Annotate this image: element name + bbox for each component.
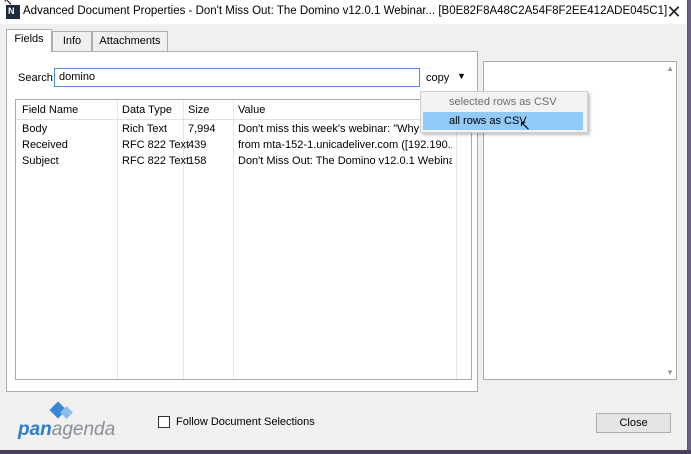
window-title: Advanced Document Properties - Don't Mis… [23, 5, 668, 17]
fields-table: Field Name Data Type Size Value Body Ric… [15, 99, 472, 380]
cell-field-name: Subject [22, 155, 59, 167]
cell-value: Don't Miss Out: The Domino v12.0.1 Webin… [238, 155, 452, 167]
search-input[interactable]: domino [54, 68, 420, 87]
column-header-value[interactable]: Value [238, 104, 265, 116]
menu-item-all-rows-csv[interactable]: all rows as CSV [423, 112, 583, 130]
table-header: Field Name Data Type Size Value [16, 100, 471, 120]
tab-info[interactable]: Info [52, 31, 92, 51]
close-button[interactable]: Close [596, 413, 671, 433]
cell-size: 158 [188, 155, 207, 167]
chevron-down-icon[interactable]: ▼ [457, 71, 466, 81]
close-window-icon[interactable]: ✕ [664, 2, 684, 22]
advanced-document-properties-window: N Advanced Document Properties - Don't M… [0, 0, 688, 451]
table-row[interactable]: Body Rich Text 7,994 Don't miss this wee… [16, 121, 471, 137]
tab-fields[interactable]: Fields [6, 29, 52, 52]
cell-field-name: Body [22, 123, 48, 135]
cell-data-type: RFC 822 Text [122, 139, 190, 151]
column-header-field-name[interactable]: Field Name [22, 104, 78, 116]
cell-data-type: Rich Text [122, 123, 168, 135]
copy-button[interactable]: copy [426, 72, 449, 84]
panagenda-logo: panagenda [18, 401, 128, 440]
column-header-data-type[interactable]: Data Type [122, 104, 172, 116]
scroll-up-icon[interactable]: ▲ [666, 64, 674, 73]
desktop-background [0, 450, 691, 454]
scroll-down-icon[interactable]: ▼ [666, 368, 674, 377]
follow-selections-label[interactable]: Follow Document Selections [176, 416, 315, 428]
table-row[interactable]: Subject RFC 822 Text 158 Don't Miss Out:… [16, 153, 471, 169]
tab-attachments[interactable]: Attachments [92, 31, 168, 51]
logo-wordmark: panagenda [18, 419, 116, 440]
menu-item-selected-rows-csv[interactable]: selected rows as CSV [423, 93, 583, 111]
cell-field-name: Received [22, 139, 68, 151]
cell-size: 7,994 [188, 123, 216, 135]
copy-dropdown-menu: selected rows as CSV all rows as CSV [420, 91, 588, 133]
title-bar[interactable]: N Advanced Document Properties - Don't M… [0, 0, 687, 24]
column-header-size[interactable]: Size [188, 104, 209, 116]
cell-value: from mta-152-1.unicadeliver.com ([192.19… [238, 139, 452, 151]
mouse-pointer-icon: ↖ [3, 0, 14, 8]
mouse-pointer-icon: ↖ [519, 117, 531, 133]
cell-data-type: RFC 822 Text [122, 155, 190, 167]
table-row[interactable]: Received RFC 822 Text 439 from mta-152-1… [16, 137, 471, 153]
follow-selections-checkbox[interactable] [158, 416, 170, 428]
search-label: Search: [18, 72, 56, 84]
cell-size: 439 [188, 139, 207, 151]
